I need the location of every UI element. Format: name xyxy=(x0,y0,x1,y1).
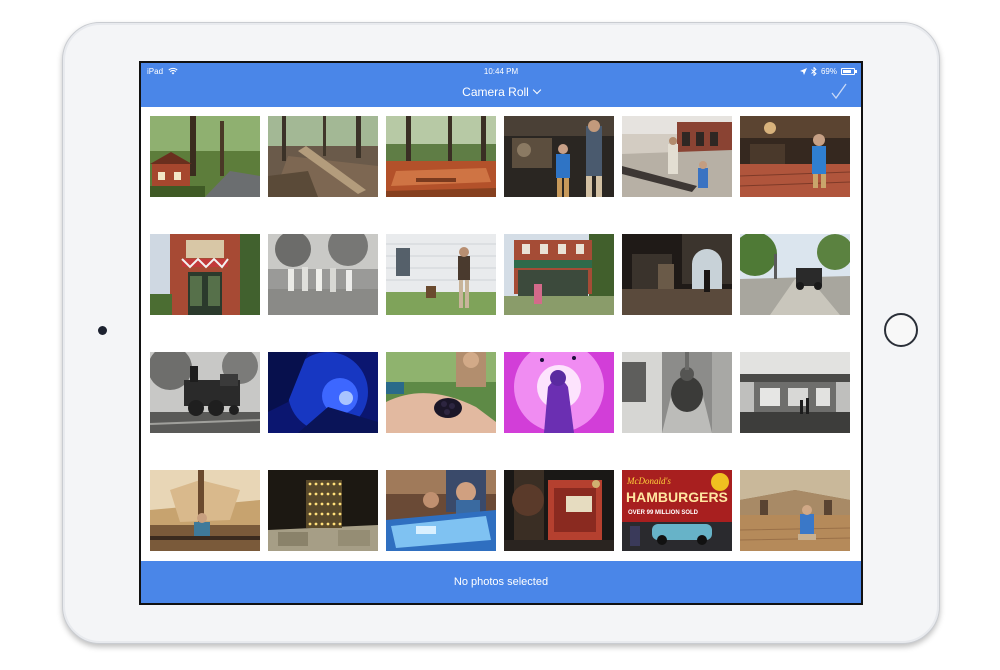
front-camera xyxy=(98,326,107,335)
battery-percent: 69% xyxy=(820,67,837,76)
sign-main-text: HAMBURGERS xyxy=(626,489,728,505)
checkmark-icon[interactable] xyxy=(831,83,847,101)
status-time: 10:44 PM xyxy=(483,67,519,76)
location-arrow-icon xyxy=(799,68,807,75)
screen: iPad 10:44 PM 69% Camera Roll McDonald's… xyxy=(139,61,863,605)
selection-status-text: No photos selected xyxy=(453,576,549,588)
photo-thumbnail[interactable] xyxy=(268,234,378,315)
album-title: Camera Roll xyxy=(462,85,529,99)
photo-thumbnail[interactable] xyxy=(740,234,850,315)
photo-thumbnail[interactable] xyxy=(504,352,614,433)
photo-thumbnail[interactable] xyxy=(386,352,496,433)
photo-thumbnail[interactable] xyxy=(504,234,614,315)
selection-status-bar: No photos selected xyxy=(141,561,861,603)
photo-thumbnail[interactable] xyxy=(268,352,378,433)
sign-sub-text: OVER 99 MILLION SOLD xyxy=(628,510,699,516)
photo-thumbnail[interactable] xyxy=(268,470,378,551)
status-bar: iPad 10:44 PM 69% xyxy=(141,63,861,79)
status-right: 69% xyxy=(799,67,857,76)
photo-thumbnail[interactable] xyxy=(268,116,378,197)
chevron-down-icon xyxy=(532,85,542,95)
photo-thumbnail[interactable] xyxy=(622,352,732,433)
display: iPad 10:44 PM 69% Camera Roll McDonald's… xyxy=(141,63,861,603)
bluetooth-icon xyxy=(811,67,817,76)
sign-brand-text: McDonald's xyxy=(626,476,671,486)
photo-thumbnail[interactable] xyxy=(504,116,614,197)
photo-thumbnail[interactable] xyxy=(150,234,260,315)
photo-thumbnail[interactable] xyxy=(386,470,496,551)
album-picker[interactable]: Camera Roll xyxy=(141,85,861,99)
photo-thumbnail[interactable] xyxy=(622,116,732,197)
photo-thumbnail[interactable] xyxy=(622,234,732,315)
photo-thumbnail[interactable] xyxy=(386,116,496,197)
photo-thumbnail[interactable] xyxy=(386,234,496,315)
battery-icon xyxy=(841,68,857,75)
photo-thumbnail[interactable]: McDonald's HAMBURGERS OVER 99 MILLION SOLD xyxy=(622,470,732,551)
photo-thumbnail[interactable] xyxy=(740,470,850,551)
battery-level xyxy=(843,70,852,73)
photo-thumbnail[interactable] xyxy=(150,116,260,197)
photo-thumbnail[interactable] xyxy=(150,352,260,433)
photo-thumbnail[interactable] xyxy=(740,352,850,433)
photo-thumbnail[interactable] xyxy=(740,116,850,197)
top-bar: iPad 10:44 PM 69% Camera Roll xyxy=(141,63,861,107)
home-button[interactable] xyxy=(884,313,918,347)
photo-thumbnail[interactable] xyxy=(504,470,614,551)
photo-thumbnail[interactable] xyxy=(150,470,260,551)
